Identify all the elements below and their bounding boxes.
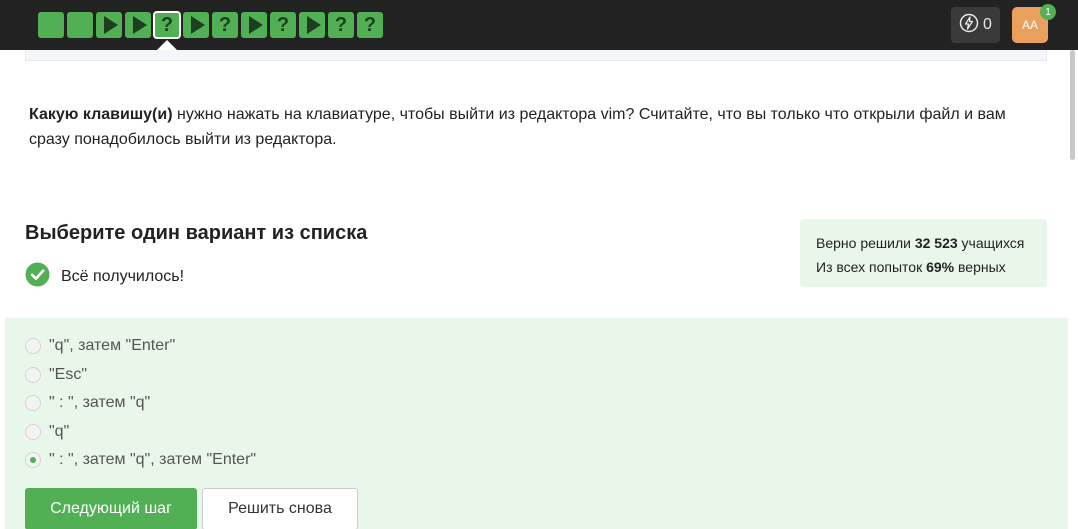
current-step-pointer bbox=[157, 40, 177, 50]
radio-button[interactable] bbox=[25, 424, 41, 440]
notification-badge[interactable]: 1 bbox=[1040, 4, 1056, 20]
step-completed[interactable] bbox=[38, 12, 64, 38]
stats-rate-line: Из всех попыток 69% верных bbox=[816, 255, 1047, 279]
option-5[interactable]: " : ", затем "q", затем "Enter" bbox=[25, 451, 256, 469]
step-quiz[interactable]: ? bbox=[328, 12, 354, 38]
stats-panel: Верно решили 32 523 учащихся Из всех поп… bbox=[800, 219, 1047, 287]
option-label: " : ", затем "q" bbox=[49, 394, 151, 411]
option-3[interactable]: " : ", затем "q" bbox=[25, 394, 150, 412]
notification-count: 1 bbox=[1045, 6, 1051, 18]
step-quiz[interactable]: ? bbox=[357, 12, 383, 38]
question-mark-icon: ? bbox=[218, 14, 232, 36]
answers-panel: "q", затем "Enter" "Esc" " : ", затем "q… bbox=[5, 318, 1068, 529]
option-1[interactable]: "q", затем "Enter" bbox=[25, 337, 175, 355]
step-progress-bar: ????? bbox=[38, 11, 383, 39]
radio-button[interactable] bbox=[25, 338, 41, 354]
checkmark-icon bbox=[25, 262, 50, 292]
step-lesson[interactable] bbox=[183, 12, 209, 38]
scrollbar[interactable] bbox=[1068, 50, 1078, 529]
option-4[interactable]: "q" bbox=[25, 423, 69, 441]
step-lesson[interactable] bbox=[96, 12, 122, 38]
question-bold: Какую клавишу(и) bbox=[29, 106, 173, 123]
step-completed[interactable] bbox=[67, 12, 93, 38]
step-quiz-current[interactable]: ? bbox=[153, 11, 181, 39]
scrollbar-thumb[interactable] bbox=[1070, 50, 1075, 160]
play-icon bbox=[190, 16, 205, 34]
step-quiz[interactable]: ? bbox=[270, 12, 296, 38]
play-icon bbox=[248, 16, 263, 34]
radio-button[interactable] bbox=[25, 367, 41, 383]
question-mark-icon: ? bbox=[160, 14, 174, 36]
option-label: "q" bbox=[49, 423, 70, 440]
step-quiz[interactable]: ? bbox=[212, 12, 238, 38]
lightning-icon bbox=[959, 13, 979, 38]
question-mark-icon: ? bbox=[276, 14, 290, 36]
option-2[interactable]: "Esc" bbox=[25, 366, 87, 384]
solve-again-button[interactable]: Решить снова bbox=[202, 488, 358, 529]
step-lesson[interactable] bbox=[125, 12, 151, 38]
question-text: Какую клавишу(и) нужно нажать на клавиат… bbox=[29, 102, 1039, 152]
previous-content-box bbox=[25, 50, 1047, 61]
option-label: "q", затем "Enter" bbox=[49, 337, 176, 354]
question-mark-icon: ? bbox=[363, 14, 377, 36]
option-label: "Esc" bbox=[49, 366, 88, 383]
stats-rate-suffix: верных bbox=[954, 259, 1006, 275]
choose-title: Выберите один вариант из списка bbox=[25, 222, 368, 244]
stats-solved-suffix: учащихся bbox=[957, 235, 1025, 251]
option-label: " : ", затем "q", затем "Enter" bbox=[49, 451, 257, 468]
energy-count: 0 bbox=[983, 16, 992, 33]
avatar-initials: AA bbox=[1021, 18, 1038, 32]
play-icon bbox=[132, 16, 147, 34]
next-step-button[interactable]: Следующий шаг bbox=[25, 488, 197, 529]
question-body: нужно нажать на клавиатуре, чтобы выйти … bbox=[29, 106, 1006, 148]
stats-solved-count: 32 523 bbox=[914, 235, 958, 251]
radio-button[interactable] bbox=[25, 395, 41, 411]
stats-solved-line: Верно решили 32 523 учащихся bbox=[816, 231, 1047, 255]
success-message: Всё получилось! bbox=[25, 262, 184, 292]
step-lesson[interactable] bbox=[299, 12, 325, 38]
step-lesson[interactable] bbox=[241, 12, 267, 38]
stats-rate-prefix: Из всех попыток bbox=[816, 259, 927, 275]
play-icon bbox=[103, 16, 118, 34]
play-icon bbox=[306, 16, 321, 34]
stats-solved-prefix: Верно решили bbox=[816, 235, 915, 251]
question-mark-icon: ? bbox=[334, 14, 348, 36]
success-text: Всё получилось! bbox=[61, 268, 185, 285]
top-navigation-bar: ????? 0 AA 1 bbox=[0, 0, 1078, 50]
energy-counter[interactable]: 0 bbox=[951, 7, 1000, 43]
radio-button-selected[interactable] bbox=[25, 452, 41, 468]
stats-rate-value: 69% bbox=[926, 259, 955, 275]
